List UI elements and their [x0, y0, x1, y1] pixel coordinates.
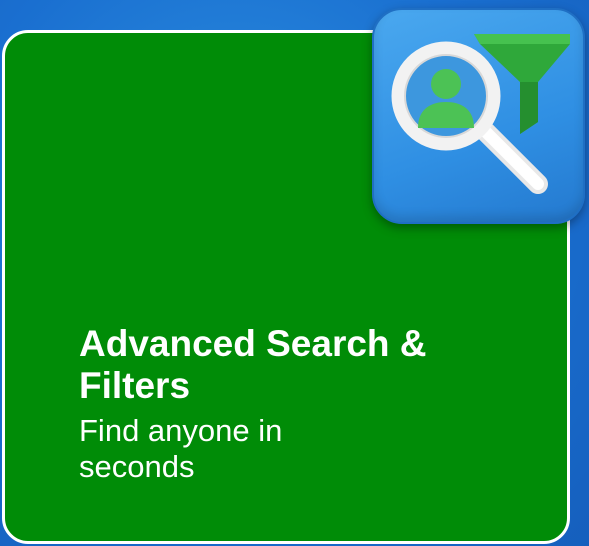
- feature-text: Advanced Search & Filters Find anyone in…: [79, 323, 479, 485]
- magnifier-handle: [476, 122, 548, 194]
- feature-subtitle: Find anyone in seconds: [79, 413, 283, 484]
- search-user-filter-icon: [391, 34, 570, 194]
- feature-title: Advanced Search & Filters: [79, 323, 427, 406]
- search-filter-app-icon: [372, 8, 585, 224]
